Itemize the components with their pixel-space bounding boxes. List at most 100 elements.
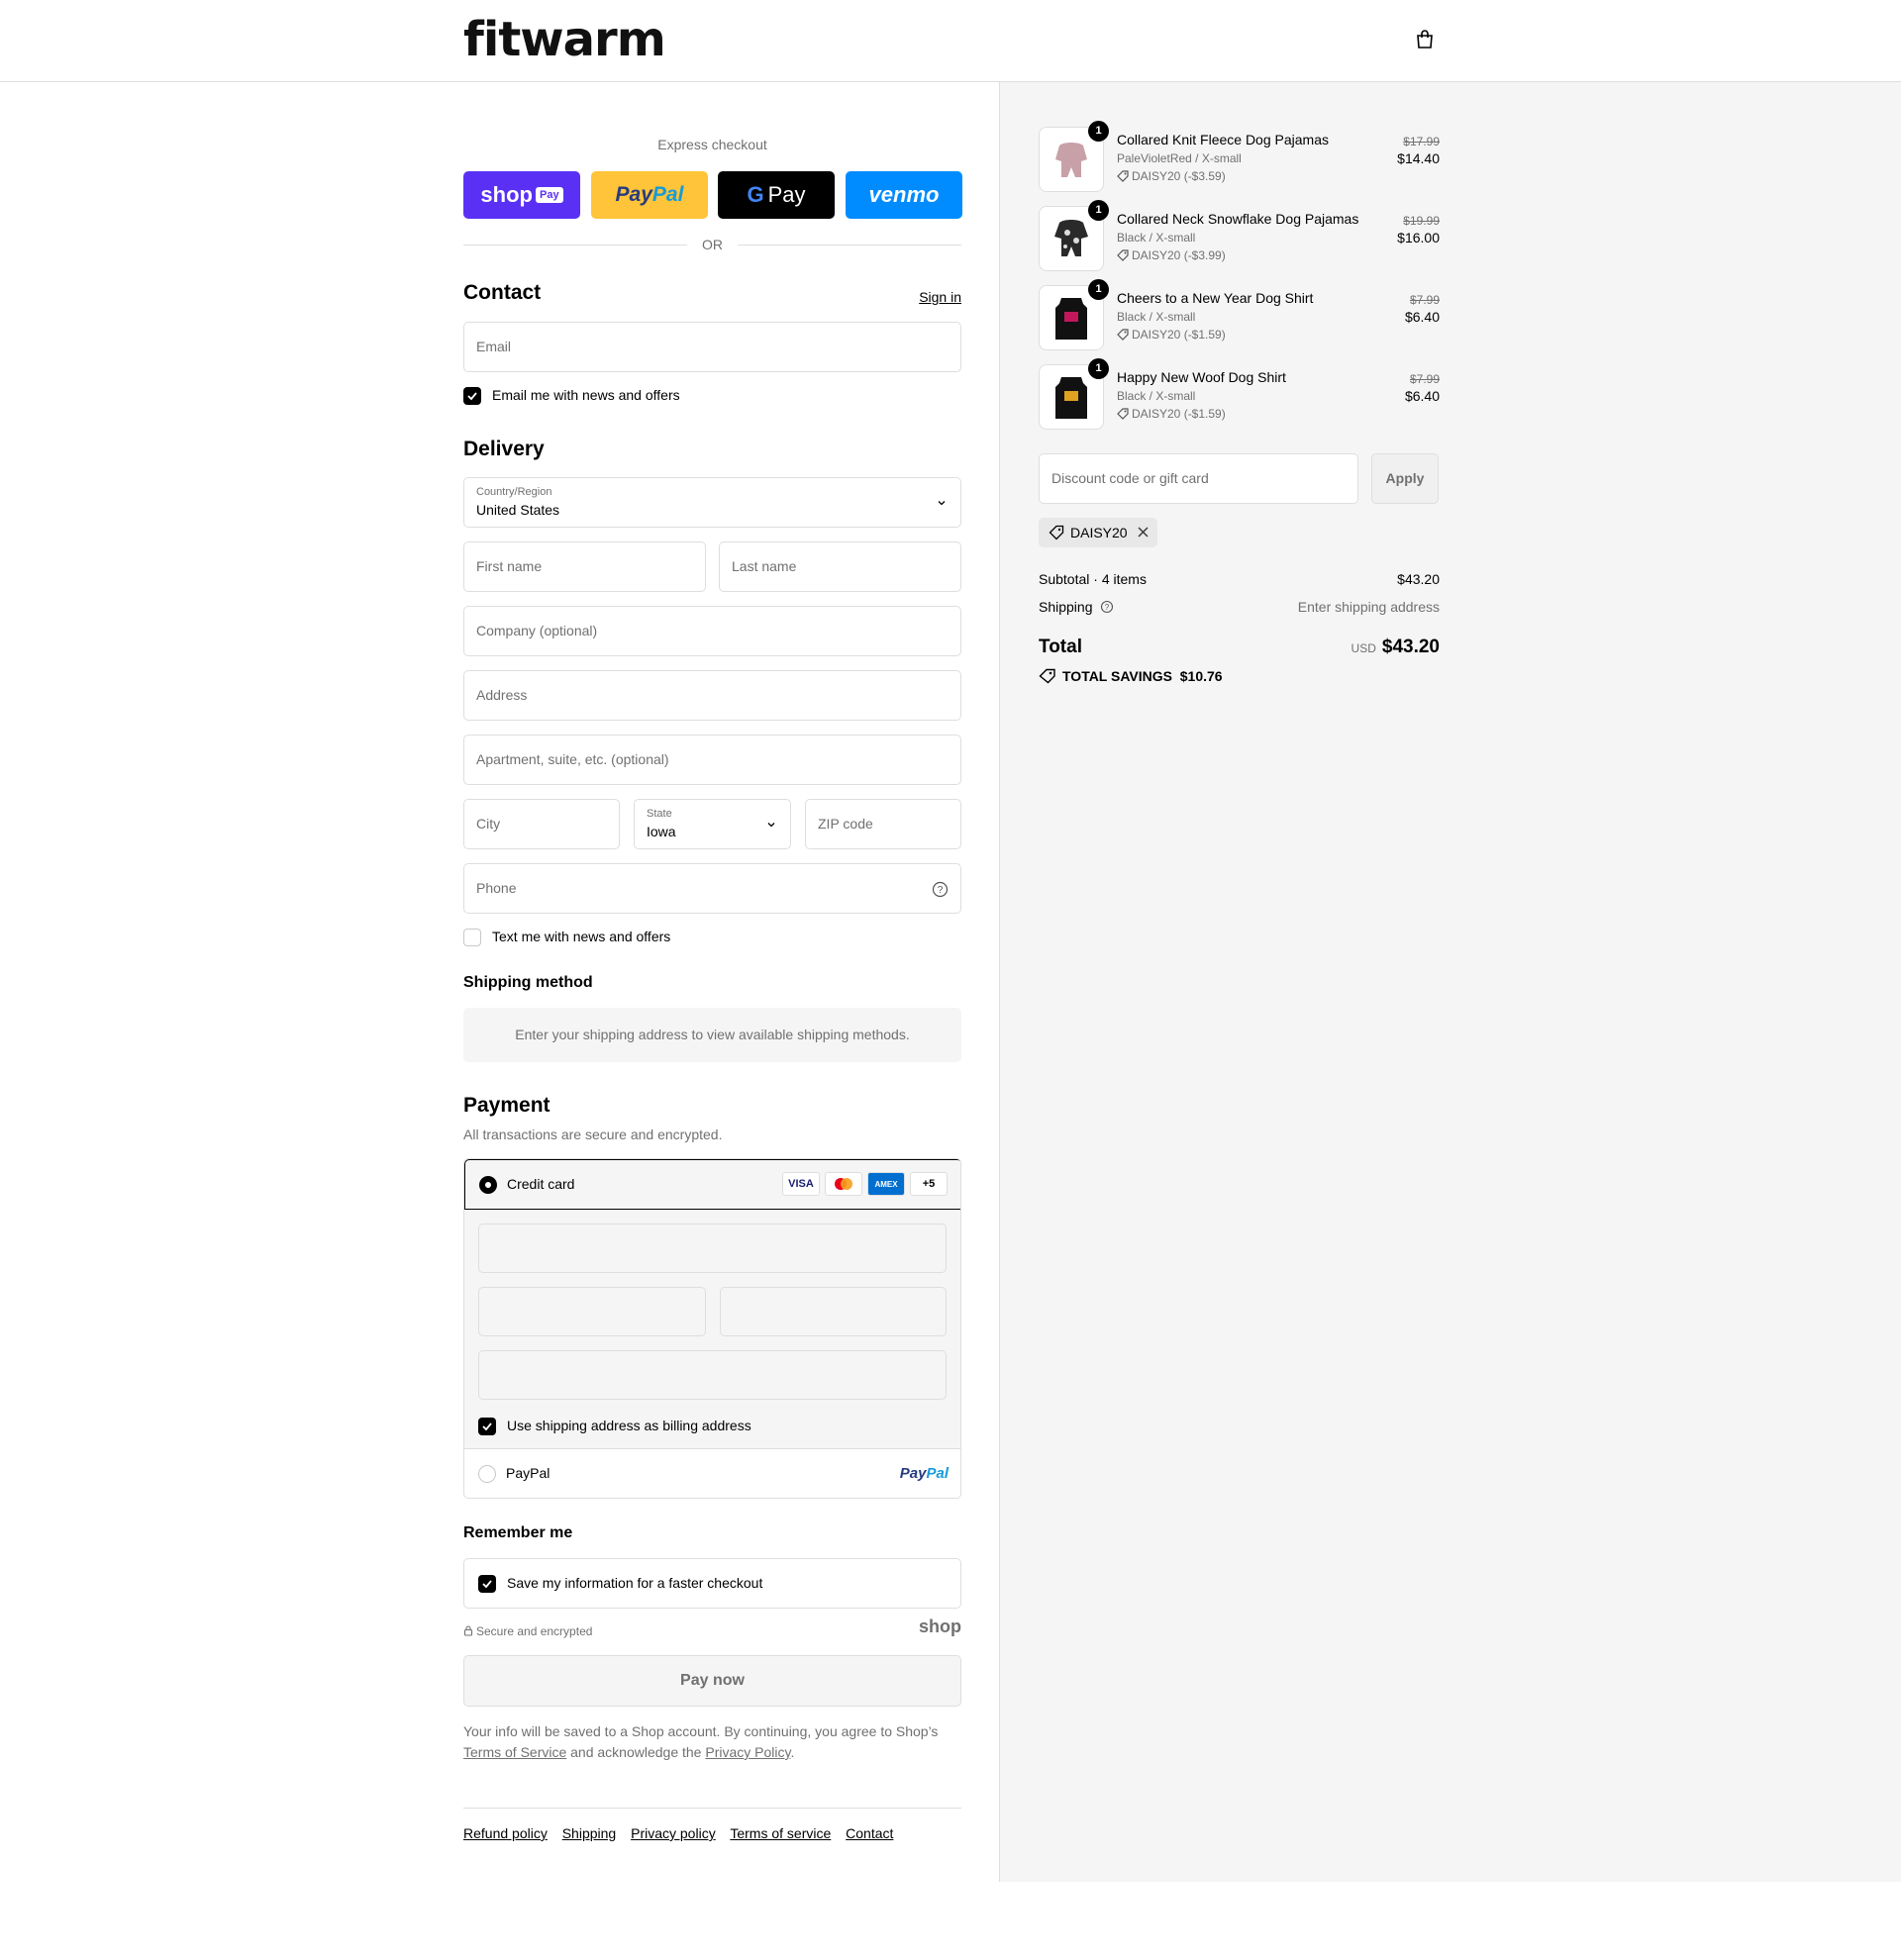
shipping-method-message: Enter your shipping address to view avai…: [463, 1008, 961, 1062]
item-original-price: $7.99: [1409, 372, 1440, 386]
shop-pay-button[interactable]: shop Pay: [463, 171, 580, 219]
item-name: Collared Neck Snowflake Dog Pajamas: [1117, 211, 1359, 227]
paypal-option[interactable]: PayPal PayPal: [464, 1449, 960, 1498]
help-icon[interactable]: ?: [1100, 600, 1114, 614]
contact-link[interactable]: Contact: [846, 1825, 893, 1841]
lock-icon: [463, 1625, 473, 1636]
credit-card-radio[interactable]: [479, 1176, 497, 1194]
shop-logo: shop: [919, 1617, 961, 1636]
billing-same-label: Use shipping address as billing address: [507, 1418, 751, 1433]
line-item: 1 Collared Knit Fleece Dog Pajamas PaleV…: [1039, 121, 1440, 192]
pay-now-button[interactable]: Pay now: [463, 1655, 961, 1707]
text-news-checkbox[interactable]: [463, 929, 481, 946]
paypal-express-button[interactable]: Pay Pal: [591, 171, 708, 219]
address-field[interactable]: Address: [463, 670, 961, 721]
google-pay-button[interactable]: G Pay: [718, 171, 835, 219]
paypal-radio[interactable]: [478, 1465, 496, 1483]
item-original-price: $17.99: [1403, 135, 1440, 148]
shipping-label: Shipping: [1039, 599, 1093, 615]
paypal-logo: PayPal: [899, 1465, 949, 1482]
last-name-field[interactable]: Last name: [719, 541, 961, 592]
subtotal-label: Subtotal · 4 items: [1039, 571, 1147, 587]
credit-card-option[interactable]: Credit card VISA AMEX +5: [464, 1159, 960, 1210]
credit-card-form: Use shipping address as billing address: [464, 1210, 960, 1449]
tag-icon: [1117, 249, 1129, 261]
terms-link[interactable]: Terms of Service: [463, 1744, 566, 1760]
email-news-label: Email me with news and offers: [492, 387, 680, 403]
card-name-field[interactable]: [478, 1350, 947, 1400]
store-logo[interactable]: fitwarm: [463, 12, 666, 67]
quantity-badge: 1: [1088, 121, 1109, 142]
card-expiry-field[interactable]: [478, 1287, 706, 1336]
phone-field[interactable]: Phone ?: [463, 863, 961, 914]
payment-subtitle: All transactions are secure and encrypte…: [463, 1127, 723, 1142]
footer-links: Refund policy Shipping Privacy policy Te…: [463, 1825, 904, 1841]
item-discount: DAISY20 (-$1.59): [1117, 407, 1226, 421]
chevron-down-icon: [767, 823, 775, 828]
company-field[interactable]: Company (optional): [463, 606, 961, 656]
order-summary: 1 Collared Knit Fleece Dog Pajamas PaleV…: [999, 82, 1901, 1882]
svg-text:?: ?: [938, 885, 944, 896]
sign-in-link[interactable]: Sign in: [919, 289, 961, 305]
help-icon[interactable]: ?: [932, 881, 949, 898]
email-news-checkbox[interactable]: [463, 387, 481, 405]
item-price: $14.40: [1397, 150, 1440, 166]
apartment-field[interactable]: Apartment, suite, etc. (optional): [463, 735, 961, 785]
remember-me-box: Save my information for a faster checkou…: [463, 1558, 961, 1609]
privacy-link[interactable]: Privacy Policy: [705, 1744, 790, 1760]
terms-of-service-link[interactable]: Terms of service: [730, 1825, 831, 1841]
applied-code-chip: DAISY20: [1039, 518, 1157, 547]
paypal-label: PayPal: [506, 1465, 550, 1481]
more-cards-badge: +5: [910, 1172, 948, 1196]
express-checkout-title: Express checkout: [657, 137, 767, 152]
shopping-bag-icon[interactable]: [1414, 29, 1436, 50]
item-discount: DAISY20 (-$3.99): [1117, 248, 1226, 262]
item-variant: Black / X-small: [1117, 389, 1196, 403]
state-select[interactable]: State Iowa: [634, 799, 791, 849]
discount-code-input[interactable]: Discount code or gift card: [1039, 453, 1358, 504]
first-name-field[interactable]: First name: [463, 541, 706, 592]
tag-icon: [1117, 170, 1129, 182]
payment-methods: Credit card VISA AMEX +5 Use shipping ad…: [463, 1158, 961, 1499]
save-info-checkbox[interactable]: [478, 1575, 496, 1593]
shipping-link[interactable]: Shipping: [562, 1825, 617, 1841]
zip-field[interactable]: ZIP code: [805, 799, 961, 849]
remember-heading: Remember me: [463, 1524, 573, 1541]
item-variant: Black / X-small: [1117, 231, 1196, 245]
total-row: Total USD $43.20: [1039, 637, 1440, 658]
save-info-label: Save my information for a faster checkou…: [507, 1575, 763, 1591]
header: fitwarm: [0, 0, 1901, 82]
email-field[interactable]: Email: [463, 322, 961, 372]
credit-card-label: Credit card: [507, 1176, 575, 1192]
venmo-button[interactable]: venmo: [846, 171, 962, 219]
item-name: Happy New Woof Dog Shirt: [1117, 369, 1286, 385]
chevron-down-icon: [938, 501, 946, 506]
total-label: Total: [1039, 637, 1082, 657]
item-variant: PaleVioletRed / X-small: [1117, 151, 1242, 165]
privacy-policy-link[interactable]: Privacy policy: [631, 1825, 716, 1841]
card-cvv-field[interactable]: [720, 1287, 947, 1336]
or-divider: OR: [463, 236, 961, 253]
delivery-heading: Delivery: [463, 438, 545, 460]
refund-policy-link[interactable]: Refund policy: [463, 1825, 548, 1841]
shipping-row: Shipping ? Enter shipping address: [1039, 599, 1440, 615]
line-item: 1 Cheers to a New Year Dog Shirt Black /…: [1039, 279, 1440, 350]
city-field[interactable]: City: [463, 799, 620, 849]
total-savings: TOTAL SAVINGS $10.76: [1039, 668, 1223, 684]
item-original-price: $19.99: [1403, 214, 1440, 228]
card-number-field[interactable]: [478, 1224, 947, 1273]
billing-same-checkbox[interactable]: [478, 1418, 496, 1435]
item-name: Collared Knit Fleece Dog Pajamas: [1117, 132, 1329, 147]
applied-code: DAISY20: [1070, 525, 1128, 540]
currency: USD: [1351, 641, 1376, 655]
apply-button[interactable]: Apply: [1371, 453, 1439, 504]
country-select[interactable]: Country/Region United States: [463, 477, 961, 528]
amex-icon: AMEX: [867, 1172, 905, 1196]
item-original-price: $7.99: [1409, 293, 1440, 307]
remove-code-icon[interactable]: [1137, 526, 1150, 539]
item-price: $6.40: [1404, 309, 1440, 325]
mastercard-icon: [825, 1172, 862, 1196]
item-variant: Black / X-small: [1117, 310, 1196, 324]
contact-heading: Contact: [463, 281, 542, 304]
item-price: $6.40: [1404, 388, 1440, 404]
